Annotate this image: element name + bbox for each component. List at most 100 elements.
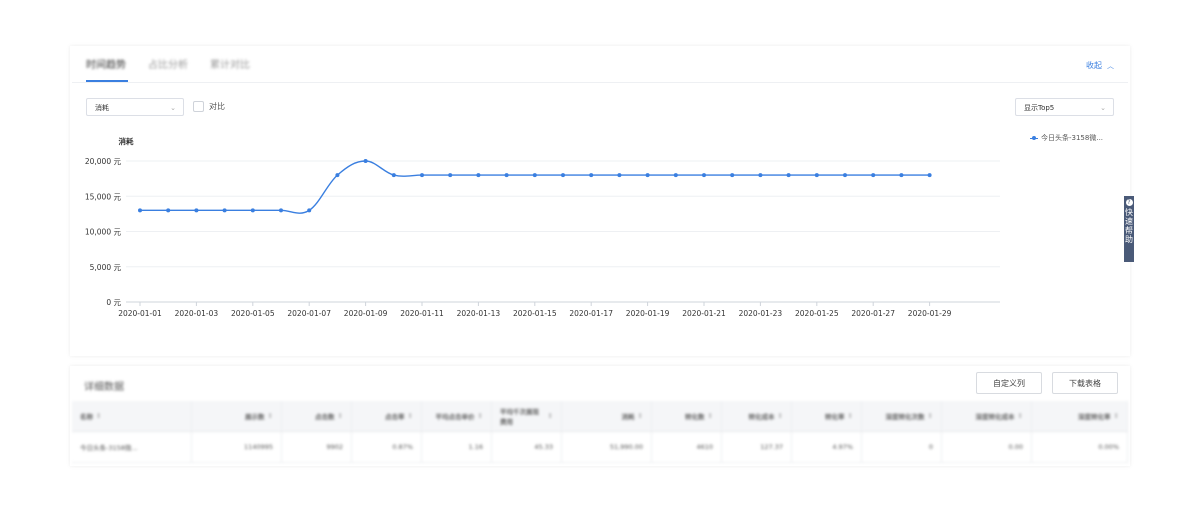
column-header-label: 平均千次展现费用: [500, 408, 539, 426]
y-tick-label: 15,000 元: [85, 192, 122, 201]
download-table-button[interactable]: 下载表格: [1052, 372, 1118, 394]
collapse-label: 收起: [1086, 61, 1102, 70]
column-header[interactable]: 点击数 ↕: [282, 401, 352, 431]
table-cell: 1.16: [422, 432, 492, 462]
column-header-label: 名称: [80, 413, 93, 421]
sort-icon[interactable]: ↕: [928, 412, 933, 420]
column-header-label: 深度转化率: [1078, 413, 1111, 421]
collapse-button[interactable]: 收起 ︿: [1086, 60, 1114, 71]
table-cell: 4.97%: [792, 432, 862, 462]
data-point: [335, 173, 340, 178]
legend-label: 今日头条-3158微...: [1041, 134, 1104, 142]
y-axis-label: 消耗: [119, 136, 134, 146]
sort-icon[interactable]: ↕: [638, 412, 643, 420]
y-tick-label: 20,000 元: [85, 157, 122, 166]
column-header[interactable]: 平均点击单价 ↕: [422, 401, 492, 431]
table-cell: 0.87%: [352, 432, 422, 462]
table-section-title: 详细数据: [84, 382, 124, 393]
table-header-row: 名称 ↕ 展示数 ↕ 点击数 ↕ 点击率 ↕ 平均点击单价 ↕ 平均千次展现费用 ↕ 消耗 ↕ 转化数 ↕ 转化…: [72, 401, 1128, 432]
x-tick-label: 2020-01-23: [739, 309, 783, 318]
x-tick-label: 2020-01-09: [344, 309, 388, 318]
column-header-label: 平均点击单价: [435, 413, 475, 421]
sort-icon[interactable]: ↕: [708, 412, 713, 420]
x-tick-label: 2020-01-17: [569, 309, 613, 318]
table-body: 今日头条-3158微... 1140995 9902 0.87% 1.16 45.33 51…: [72, 432, 1128, 463]
data-point: [391, 173, 396, 178]
data-point: [307, 208, 312, 213]
y-tick-label: 5,000 元: [90, 263, 122, 272]
table-cell: 9902: [282, 432, 352, 462]
column-header[interactable]: 深度转化次数 ↕: [862, 401, 942, 431]
x-tick-label: 2020-01-21: [682, 309, 726, 318]
x-tick-label: 2020-01-07: [287, 309, 331, 318]
data-point: [561, 173, 565, 178]
data-point: [786, 173, 791, 178]
tab-trend[interactable]: 时间趋势: [86, 56, 126, 82]
data-point: [448, 173, 453, 178]
sort-icon[interactable]: ↕: [548, 412, 553, 420]
y-tick-label: 10,000 元: [85, 228, 122, 237]
data-point: [871, 173, 876, 178]
sort-icon[interactable]: ↕: [96, 412, 101, 420]
sort-icon[interactable]: ↕: [338, 412, 343, 420]
compare-checkbox[interactable]: 对比: [193, 101, 225, 112]
column-header-label: 点击率: [385, 413, 405, 421]
x-tick-label: 2020-01-13: [457, 309, 501, 318]
sort-icon[interactable]: ↕: [408, 412, 413, 420]
column-header[interactable]: 展示数 ↕: [192, 401, 282, 431]
data-point: [730, 173, 735, 178]
column-header[interactable]: 深度转化率 ↕: [1032, 401, 1128, 431]
sort-icon[interactable]: ↕: [478, 412, 483, 420]
sort-icon[interactable]: ↕: [848, 412, 853, 420]
table-cell: 0.00%: [1032, 432, 1128, 462]
x-tick-label: 2020-01-25: [795, 309, 839, 318]
data-point: [363, 159, 368, 163]
table-cell: 0: [862, 432, 942, 462]
line-chart: 0 元 5,000 元 10,000 元 15,000 元 20,000 元 消耗 2020…: [85, 136, 1000, 318]
chevron-down-icon: ⌄: [1100, 104, 1106, 112]
column-header[interactable]: 深度转化成本 ↕: [942, 401, 1032, 431]
x-tick-label: 2020-01-05: [231, 309, 275, 318]
sort-icon[interactable]: ↕: [778, 412, 783, 420]
sort-icon[interactable]: ↕: [1018, 412, 1023, 420]
custom-columns-button[interactable]: 自定义列: [976, 372, 1042, 394]
column-header[interactable]: 点击率 ↕: [352, 401, 422, 431]
checkbox-box[interactable]: [193, 101, 204, 112]
data-point: [532, 173, 537, 178]
column-header[interactable]: 转化数 ↕: [652, 401, 722, 431]
data-point: [927, 173, 932, 178]
column-header[interactable]: 消耗 ↕: [562, 401, 652, 431]
table-cell: 51,990.00: [562, 432, 652, 462]
column-header[interactable]: 转化率 ↕: [792, 401, 862, 431]
sort-icon[interactable]: ↕: [268, 412, 273, 420]
help-side-tab[interactable]: ? 快速帮助: [1124, 196, 1134, 262]
data-point: [250, 208, 255, 213]
column-header-label: 消耗: [621, 413, 635, 421]
x-tick-label: 2020-01-01: [118, 309, 162, 318]
column-header-label: 转化率: [825, 413, 845, 421]
x-tick-label: 2020-01-27: [851, 309, 895, 318]
top-n-select[interactable]: 显示Top5 ⌄: [1015, 98, 1114, 116]
sort-icon[interactable]: ↕: [1114, 412, 1119, 420]
data-point: [814, 173, 819, 178]
help-tab-text: 快速帮助: [1125, 208, 1133, 244]
data-point: [758, 173, 763, 178]
tab-cumulative[interactable]: 累计对比: [210, 56, 250, 82]
data-point: [645, 173, 650, 178]
data-point: [194, 208, 199, 213]
legend-line-marker: [1030, 136, 1038, 140]
column-header[interactable]: 转化成本 ↕: [722, 401, 792, 431]
legend-item[interactable]: 今日头条-3158微...: [1030, 133, 1103, 143]
data-point: [166, 208, 171, 213]
data-table: 名称 ↕ 展示数 ↕ 点击数 ↕ 点击率 ↕ 平均点击单价 ↕ 平均千次展现费用 ↕ 消耗 ↕ 转化数 ↕ 转化…: [72, 401, 1128, 463]
column-header[interactable]: 平均千次展现费用 ↕: [492, 401, 562, 431]
x-tick-label: 2020-01-11: [400, 309, 444, 318]
column-header[interactable]: 名称 ↕: [72, 401, 192, 431]
table-cell: 45.33: [492, 432, 562, 462]
column-header-label: 深度转化次数: [885, 413, 925, 421]
metric-select[interactable]: 消耗 ⌄: [86, 98, 184, 116]
chevron-up-icon: ︿: [1107, 62, 1114, 70]
tab-share[interactable]: 占比分析: [148, 56, 188, 82]
data-point: [589, 173, 594, 178]
x-tick-label: 2020-01-03: [175, 309, 219, 318]
